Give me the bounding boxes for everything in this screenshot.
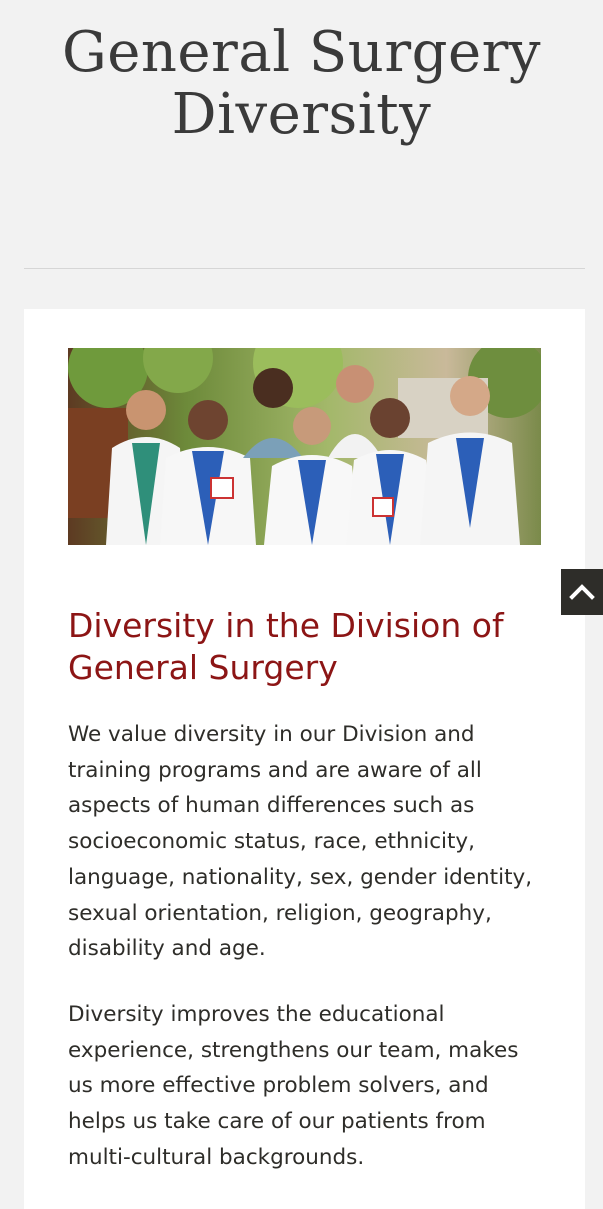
section-heading: Diversity in the Division of General Sur…: [68, 606, 504, 687]
content-card: Diversity in the Division of General Sur…: [24, 309, 585, 1209]
title-divider: [24, 268, 585, 269]
chevron-up-icon: [569, 584, 595, 600]
page-title-line-2: Diversity: [171, 82, 432, 147]
hero-image: [68, 348, 541, 545]
back-to-top-button[interactable]: [561, 569, 603, 615]
intro-paragraph: We value diversity in our Division and t…: [68, 722, 533, 962]
page-title-line-1: General Surgery: [61, 20, 542, 85]
hero-photo: [68, 348, 541, 545]
benefits-paragraph: Diversity improves the educational exper…: [68, 1002, 519, 1170]
page-title: General Surgery Diversity: [0, 22, 603, 146]
